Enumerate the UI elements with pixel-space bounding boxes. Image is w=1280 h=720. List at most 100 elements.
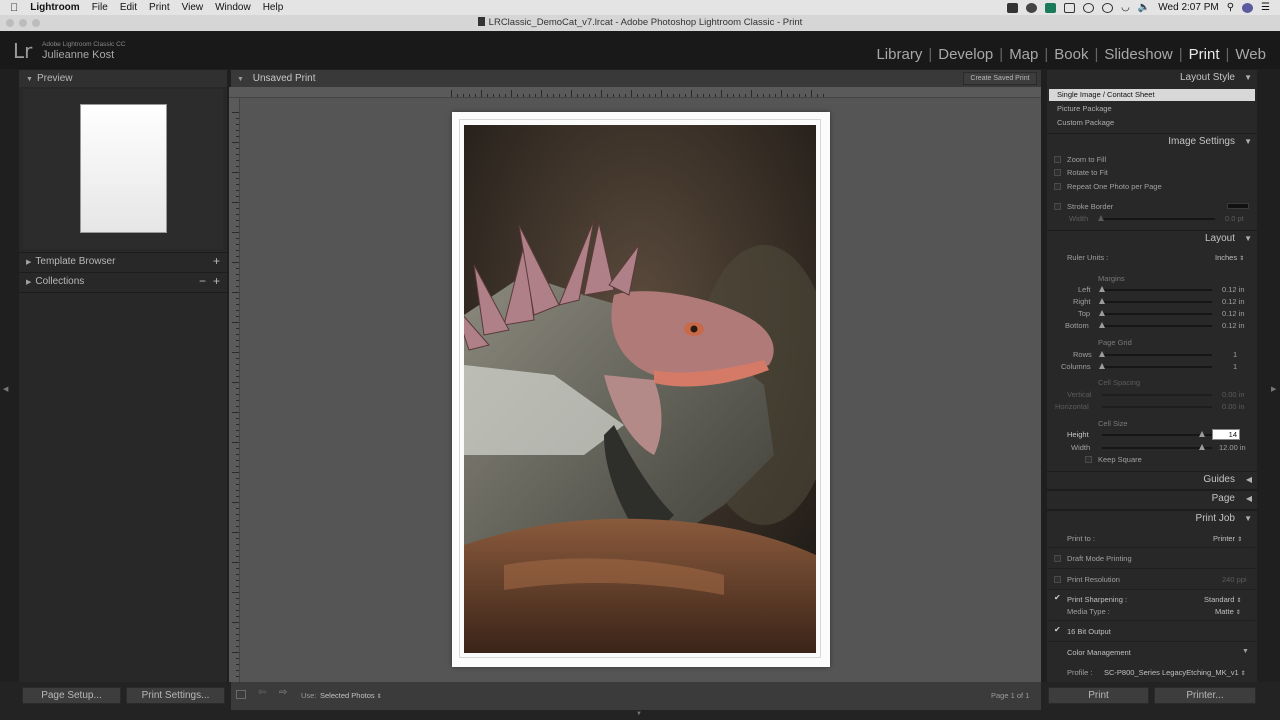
print-settings-button[interactable]: Print Settings... [126, 687, 225, 704]
menu-edit[interactable]: Edit [120, 2, 137, 13]
printer-button[interactable]: Printer... [1154, 687, 1256, 704]
rows-slider-thumb[interactable] [1099, 351, 1105, 357]
app-menu[interactable]: Lightroom [30, 2, 79, 13]
module-book[interactable]: Book [1048, 46, 1094, 63]
user-avatar-icon[interactable] [1242, 2, 1254, 13]
stroke-width-slider[interactable] [1099, 218, 1215, 220]
columns-slider[interactable] [1102, 366, 1212, 368]
layout-style-option-selected[interactable]: Single Image / Contact Sheet [1049, 89, 1255, 101]
margin-right-slider[interactable] [1102, 301, 1212, 303]
print-resolution-checkbox[interactable] [1054, 576, 1061, 583]
cell-height-slider-thumb[interactable] [1199, 431, 1205, 437]
module-library[interactable]: Library [870, 46, 928, 63]
module-slideshow[interactable]: Slideshow [1098, 46, 1178, 63]
print-sharpening-checkbox[interactable]: ✔ [1054, 593, 1061, 602]
volume-icon[interactable]: 🔈 [1138, 2, 1150, 13]
mail-icon[interactable] [1064, 2, 1076, 13]
menu-help[interactable]: Help [263, 2, 284, 13]
sync-icon[interactable] [1083, 2, 1095, 13]
menu-window[interactable]: Window [215, 2, 251, 13]
app-tray-icon[interactable] [1045, 2, 1057, 13]
cell-width-slider[interactable] [1102, 447, 1212, 449]
stroke-color-swatch[interactable] [1227, 203, 1249, 209]
layout-header[interactable]: Layout ▼ [1047, 230, 1257, 246]
rows-slider[interactable] [1102, 354, 1212, 356]
create-saved-print-button[interactable]: Create Saved Print [963, 72, 1037, 85]
print-sharpening-select[interactable]: Standard ⇕ [1204, 595, 1242, 604]
print-job-header[interactable]: Print Job ▼ [1047, 511, 1257, 527]
preview-panel-header[interactable]: ▼ Preview [19, 70, 227, 87]
print-button[interactable]: Print [1048, 687, 1149, 704]
notification-center-icon[interactable]: ☰ [1261, 2, 1270, 13]
cell-width-value[interactable]: 12.00 in [1219, 443, 1246, 452]
sixteen-bit-output-checkbox[interactable]: ✔ [1054, 625, 1061, 634]
close-window-button[interactable] [6, 19, 14, 27]
image-settings-header[interactable]: Image Settings ▼ [1047, 133, 1257, 149]
next-page-icon[interactable]: ⇨ [279, 687, 287, 698]
margin-top-slider-thumb[interactable] [1099, 310, 1105, 316]
ruler-units-select[interactable]: Inches ⇕ [1215, 253, 1244, 262]
minimize-window-button[interactable] [19, 19, 27, 27]
module-web[interactable]: Web [1229, 46, 1272, 63]
zoom-window-button[interactable] [32, 19, 40, 27]
margin-top-value[interactable]: 0.12 in [1222, 309, 1245, 318]
print-to-select[interactable]: Printer ⇕ [1213, 534, 1242, 543]
media-type-select[interactable]: Matte ⇕ [1215, 607, 1241, 616]
rotate-to-fit-checkbox[interactable] [1054, 169, 1061, 176]
layout-style-option-picture-package[interactable]: Picture Package [1057, 104, 1112, 113]
rows-value[interactable]: 1 [1233, 350, 1237, 359]
bottom-panel-toggle-icon[interactable]: ▼ [636, 711, 642, 717]
wifi-icon[interactable]: ◡ [1121, 2, 1130, 13]
margin-bottom-slider-thumb[interactable] [1099, 322, 1105, 328]
cell-width-slider-thumb[interactable] [1199, 444, 1205, 450]
left-panel-toggle-icon[interactable]: ◀ [3, 385, 8, 393]
cell-height-slider[interactable] [1102, 434, 1212, 436]
apple-menu-icon[interactable]:  [10, 2, 18, 14]
collections-header[interactable]: ▶ Collections − + [19, 272, 227, 289]
stroke-width-slider-thumb[interactable] [1098, 215, 1104, 221]
margin-left-slider-thumb[interactable] [1099, 286, 1105, 292]
timemachine-icon[interactable] [1102, 2, 1114, 13]
color-management-collapse-icon[interactable]: ▼ [1242, 648, 1249, 655]
keep-square-checkbox[interactable] [1085, 456, 1092, 463]
right-panel-toggle-icon[interactable]: ▶ [1271, 385, 1276, 393]
menu-print[interactable]: Print [149, 2, 170, 13]
use-select[interactable]: Selected Photos ⇕ [320, 691, 382, 700]
creative-cloud-icon[interactable] [1026, 2, 1038, 13]
horizontal-spacing-slider[interactable] [1102, 406, 1212, 408]
menu-view[interactable]: View [182, 2, 204, 13]
clock[interactable]: Wed 2:07 PM [1158, 2, 1218, 13]
page-header[interactable]: Page ◀ [1047, 491, 1257, 507]
cell-height-input[interactable]: 14 [1212, 429, 1240, 440]
view-toggle-icon[interactable] [236, 690, 246, 699]
stroke-border-checkbox[interactable] [1054, 203, 1061, 210]
draft-mode-checkbox[interactable] [1054, 555, 1061, 562]
margin-right-value[interactable]: 0.12 in [1222, 297, 1245, 306]
collapse-triangle-icon[interactable]: ▼ [237, 76, 244, 83]
iguana-photo[interactable] [464, 125, 816, 653]
margin-right-slider-thumb[interactable] [1099, 298, 1105, 304]
margin-bottom-value[interactable]: 0.12 in [1222, 321, 1245, 330]
remove-collection-icon[interactable]: − [199, 273, 206, 290]
first-page-icon[interactable]: ⇦ [258, 687, 266, 698]
margin-left-value[interactable]: 0.12 in [1222, 285, 1245, 294]
menu-file[interactable]: File [92, 2, 108, 13]
display-icon[interactable] [1007, 2, 1019, 13]
module-develop[interactable]: Develop [932, 46, 999, 63]
template-browser-header[interactable]: ▶ Template Browser + [19, 252, 227, 269]
add-template-icon[interactable]: + [213, 253, 220, 270]
vertical-spacing-slider[interactable] [1102, 394, 1212, 396]
layout-style-header[interactable]: Layout Style ▼ [1047, 70, 1257, 86]
module-print[interactable]: Print [1183, 46, 1226, 63]
zoom-to-fill-checkbox[interactable] [1054, 156, 1061, 163]
guides-header[interactable]: Guides ◀ [1047, 471, 1257, 487]
spotlight-search-icon[interactable]: ⚲ [1227, 2, 1234, 13]
margin-bottom-slider[interactable] [1102, 325, 1212, 327]
add-collection-icon[interactable]: + [213, 273, 220, 290]
margin-top-slider[interactable] [1102, 313, 1212, 315]
layout-style-option-custom-package[interactable]: Custom Package [1057, 118, 1114, 127]
columns-value[interactable]: 1 [1233, 362, 1237, 371]
repeat-one-photo-checkbox[interactable] [1054, 183, 1061, 190]
profile-select[interactable]: SC-P800_Series LegacyEtching_MK_v1 ⇕ [1104, 668, 1246, 677]
module-map[interactable]: Map [1003, 46, 1044, 63]
